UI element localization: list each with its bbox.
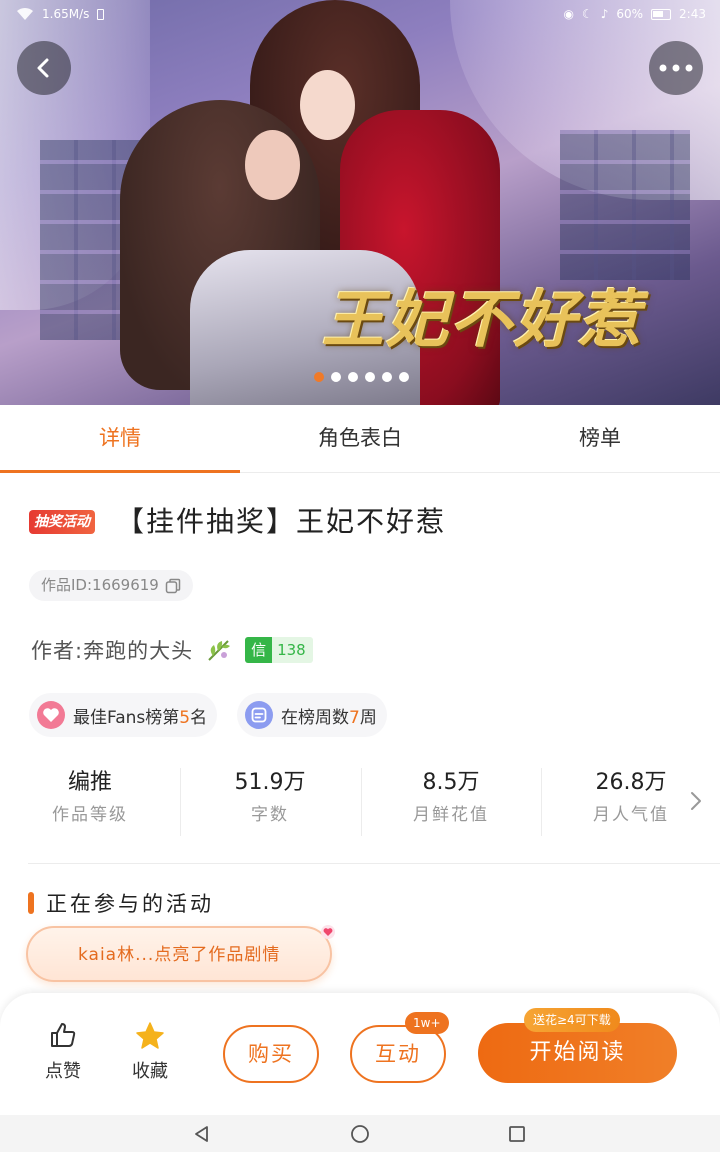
stat-level: 编推 作品等级 (0, 766, 180, 838)
nav-back-button[interactable] (190, 1122, 214, 1146)
stat-value: 51.9万 (234, 770, 306, 795)
more-button[interactable] (649, 41, 703, 95)
banner-art-window (560, 130, 690, 280)
carousel-dot[interactable] (348, 372, 358, 382)
tab-rankings[interactable]: 榜单 (480, 405, 720, 472)
stat-label: 月鲜花值 (413, 805, 489, 825)
square-recents-icon (509, 1126, 525, 1142)
list-icon (245, 701, 273, 729)
tab-bar: 详情 角色表白 榜单 (0, 405, 720, 473)
battery-icon (651, 8, 672, 20)
fans-rank-pill[interactable]: 最佳Fans榜第5名 (29, 693, 218, 737)
status-bar: 1.65M/s ◉ ☾ ♪ 60% 2:43 (0, 0, 720, 30)
interact-count-badge: 1w+ (405, 1012, 449, 1034)
stat-value: 编推 (67, 770, 112, 795)
work-id-chip[interactable]: 作品ID:1669619 (29, 570, 193, 601)
banner-art-figure (300, 70, 355, 140)
lottery-badge: 抽奖活动 (29, 510, 95, 534)
stat-word-count: 51.9万 字数 (180, 766, 360, 838)
tab-details[interactable]: 详情 (0, 405, 240, 473)
clock: 2:43 (679, 7, 706, 21)
cover-banner[interactable]: 王妃不好惹 (0, 0, 720, 405)
carousel-dot[interactable] (314, 372, 324, 382)
carousel-indicator (314, 372, 409, 382)
nav-home-button[interactable] (348, 1122, 372, 1146)
buy-button[interactable]: 购买 (223, 1025, 319, 1083)
net-speed: 1.65M/s (42, 7, 90, 21)
carousel-dot[interactable] (365, 372, 375, 382)
weeks-on-chart-pill[interactable]: 在榜周数7周 (237, 693, 387, 737)
more-dots-icon (659, 64, 693, 72)
activity-section-title: 正在参与的活动 (28, 888, 214, 918)
battery-percent: 60% (616, 7, 644, 21)
moon-icon: ☾ (581, 7, 593, 21)
weeks-on-chart-text: 在榜周数7周 (281, 707, 377, 728)
stats-row[interactable]: 编推 作品等级 51.9万 字数 8.5万 月鲜花值 26.8万 月人气值 (0, 766, 720, 838)
author-avatar[interactable] (203, 634, 235, 666)
activity-section-label: 正在参与的活动 (46, 892, 214, 916)
carousel-dot[interactable] (382, 372, 392, 382)
fans-heart-icon (37, 701, 65, 729)
author-name[interactable]: 作者:奔跑的大头 (31, 635, 193, 665)
sim-icon (97, 8, 105, 20)
section-marker (28, 892, 34, 914)
author-row: 作者:奔跑的大头 信 138 (31, 634, 313, 666)
stat-monthly-flowers: 8.5万 月鲜花值 (361, 766, 541, 838)
star-icon (136, 1022, 164, 1049)
favorite-button[interactable]: 收藏 (120, 1021, 180, 1083)
start-reading-button[interactable]: 开始阅读 (478, 1023, 677, 1083)
thumbs-up-icon (51, 1023, 76, 1047)
stat-value: 8.5万 (422, 770, 480, 795)
credit-label: 信 (245, 637, 273, 663)
bottom-action-bar: 点赞 收藏 购买 互动 1w+ 开始阅读 送花≥4可下载 (0, 993, 720, 1115)
activity-toast-text: kaia林...点亮了作品剧情 (78, 945, 281, 965)
cover-title-art: 王妃不好惹 (322, 283, 643, 356)
favorite-label: 收藏 (132, 1061, 168, 1082)
circle-home-icon (351, 1125, 369, 1143)
leaf-avatar-icon (208, 640, 231, 661)
carousel-dot[interactable] (331, 372, 341, 382)
credit-count: 138 (277, 641, 306, 659)
like-button[interactable]: 点赞 (33, 1021, 93, 1083)
like-label: 点赞 (45, 1061, 81, 1082)
work-id-text: 作品ID:1669619 (41, 576, 159, 594)
tab-character-confession[interactable]: 角色表白 (240, 405, 480, 472)
eye-icon: ◉ (563, 7, 574, 21)
credit-badge: 信 138 (245, 637, 313, 663)
copy-icon[interactable] (165, 578, 181, 594)
divider (28, 863, 720, 864)
back-button[interactable] (17, 41, 71, 95)
fans-rank-text: 最佳Fans榜第5名 (73, 707, 208, 728)
heart-icon (321, 925, 335, 939)
stat-label: 作品等级 (52, 805, 128, 825)
stat-label: 字数 (251, 805, 289, 825)
system-nav-bar (0, 1115, 720, 1152)
carousel-dot[interactable] (399, 372, 409, 382)
wifi-icon (17, 7, 33, 20)
banner-art-figure (245, 130, 300, 200)
triangle-back-icon (195, 1126, 208, 1142)
nav-recents-button[interactable] (505, 1122, 529, 1146)
chevron-right-icon[interactable] (688, 790, 704, 812)
chevron-left-icon (37, 58, 49, 78)
activity-toast[interactable]: kaia林...点亮了作品剧情 (26, 925, 335, 982)
download-tip-badge: 送花≥4可下载 (524, 1008, 620, 1032)
work-title: 【挂件抽奖】王妃不好惹 (116, 505, 447, 538)
mute-icon: ♪ (600, 7, 609, 21)
